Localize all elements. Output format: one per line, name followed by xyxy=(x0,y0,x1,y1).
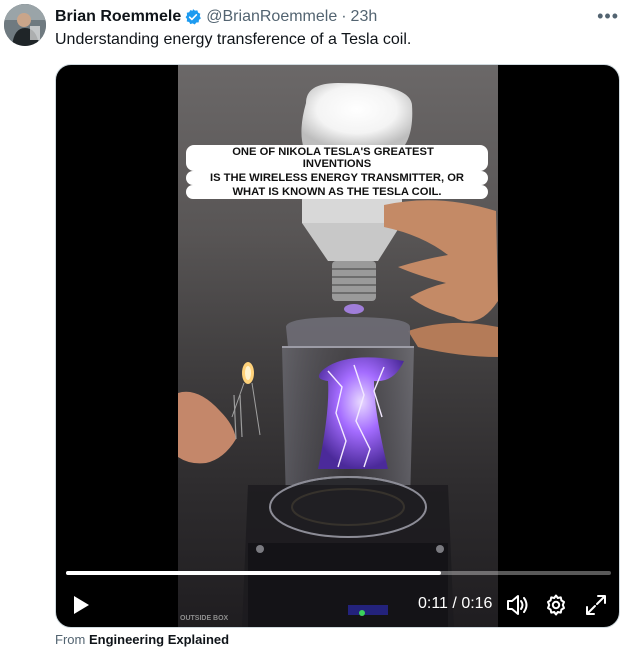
timestamp[interactable]: 23h xyxy=(351,8,378,26)
from-prefix: From xyxy=(55,632,86,647)
video-progress-bar[interactable] xyxy=(66,571,611,575)
media-source-attribution: From Engineering Explained xyxy=(55,632,229,647)
verified-badge-icon xyxy=(185,9,202,25)
author-name[interactable]: Brian Roemmele xyxy=(55,8,181,26)
fullscreen-icon[interactable] xyxy=(584,593,608,617)
caption-line: ONE OF NIKOLA TESLA'S GREATEST INVENTION… xyxy=(224,145,442,171)
caption-line: IS THE WIRELESS ENERGY TRANSMITTER, OR xyxy=(201,171,473,185)
tweet-header: Brian Roemmele @BrianRoemmele · 23h xyxy=(55,7,377,27)
author-handle[interactable]: @BrianRoemmele xyxy=(206,8,337,26)
play-icon[interactable] xyxy=(71,594,91,616)
more-options-icon[interactable]: ••• xyxy=(597,6,619,27)
video-timecode: 0:11 / 0:16 xyxy=(418,595,492,613)
video-caption: ONE OF NIKOLA TESLA'S GREATEST INVENTION… xyxy=(186,145,488,199)
tweet-text: Understanding energy transference of a T… xyxy=(55,31,412,48)
video-controls: 0:11 / 0:16 xyxy=(56,585,619,625)
separator-dot: · xyxy=(341,8,347,25)
settings-gear-icon[interactable] xyxy=(544,593,568,617)
video-frame[interactable]: ONE OF NIKOLA TESLA'S GREATEST INVENTION… xyxy=(178,65,498,627)
video-player[interactable]: ONE OF NIKOLA TESLA'S GREATEST INVENTION… xyxy=(55,64,620,628)
tweet: Brian Roemmele @BrianRoemmele · 23h ••• … xyxy=(0,0,633,647)
caption-line: WHAT IS KNOWN AS THE TESLA COIL. xyxy=(224,185,450,199)
elapsed-time: 0:11 xyxy=(418,595,448,612)
time-separator: / xyxy=(452,595,457,612)
avatar[interactable] xyxy=(4,4,46,46)
duration-time: 0:16 xyxy=(461,595,493,612)
video-progress-fill xyxy=(66,571,441,575)
volume-icon[interactable] xyxy=(506,594,530,616)
source-link[interactable]: Engineering Explained xyxy=(89,632,229,647)
